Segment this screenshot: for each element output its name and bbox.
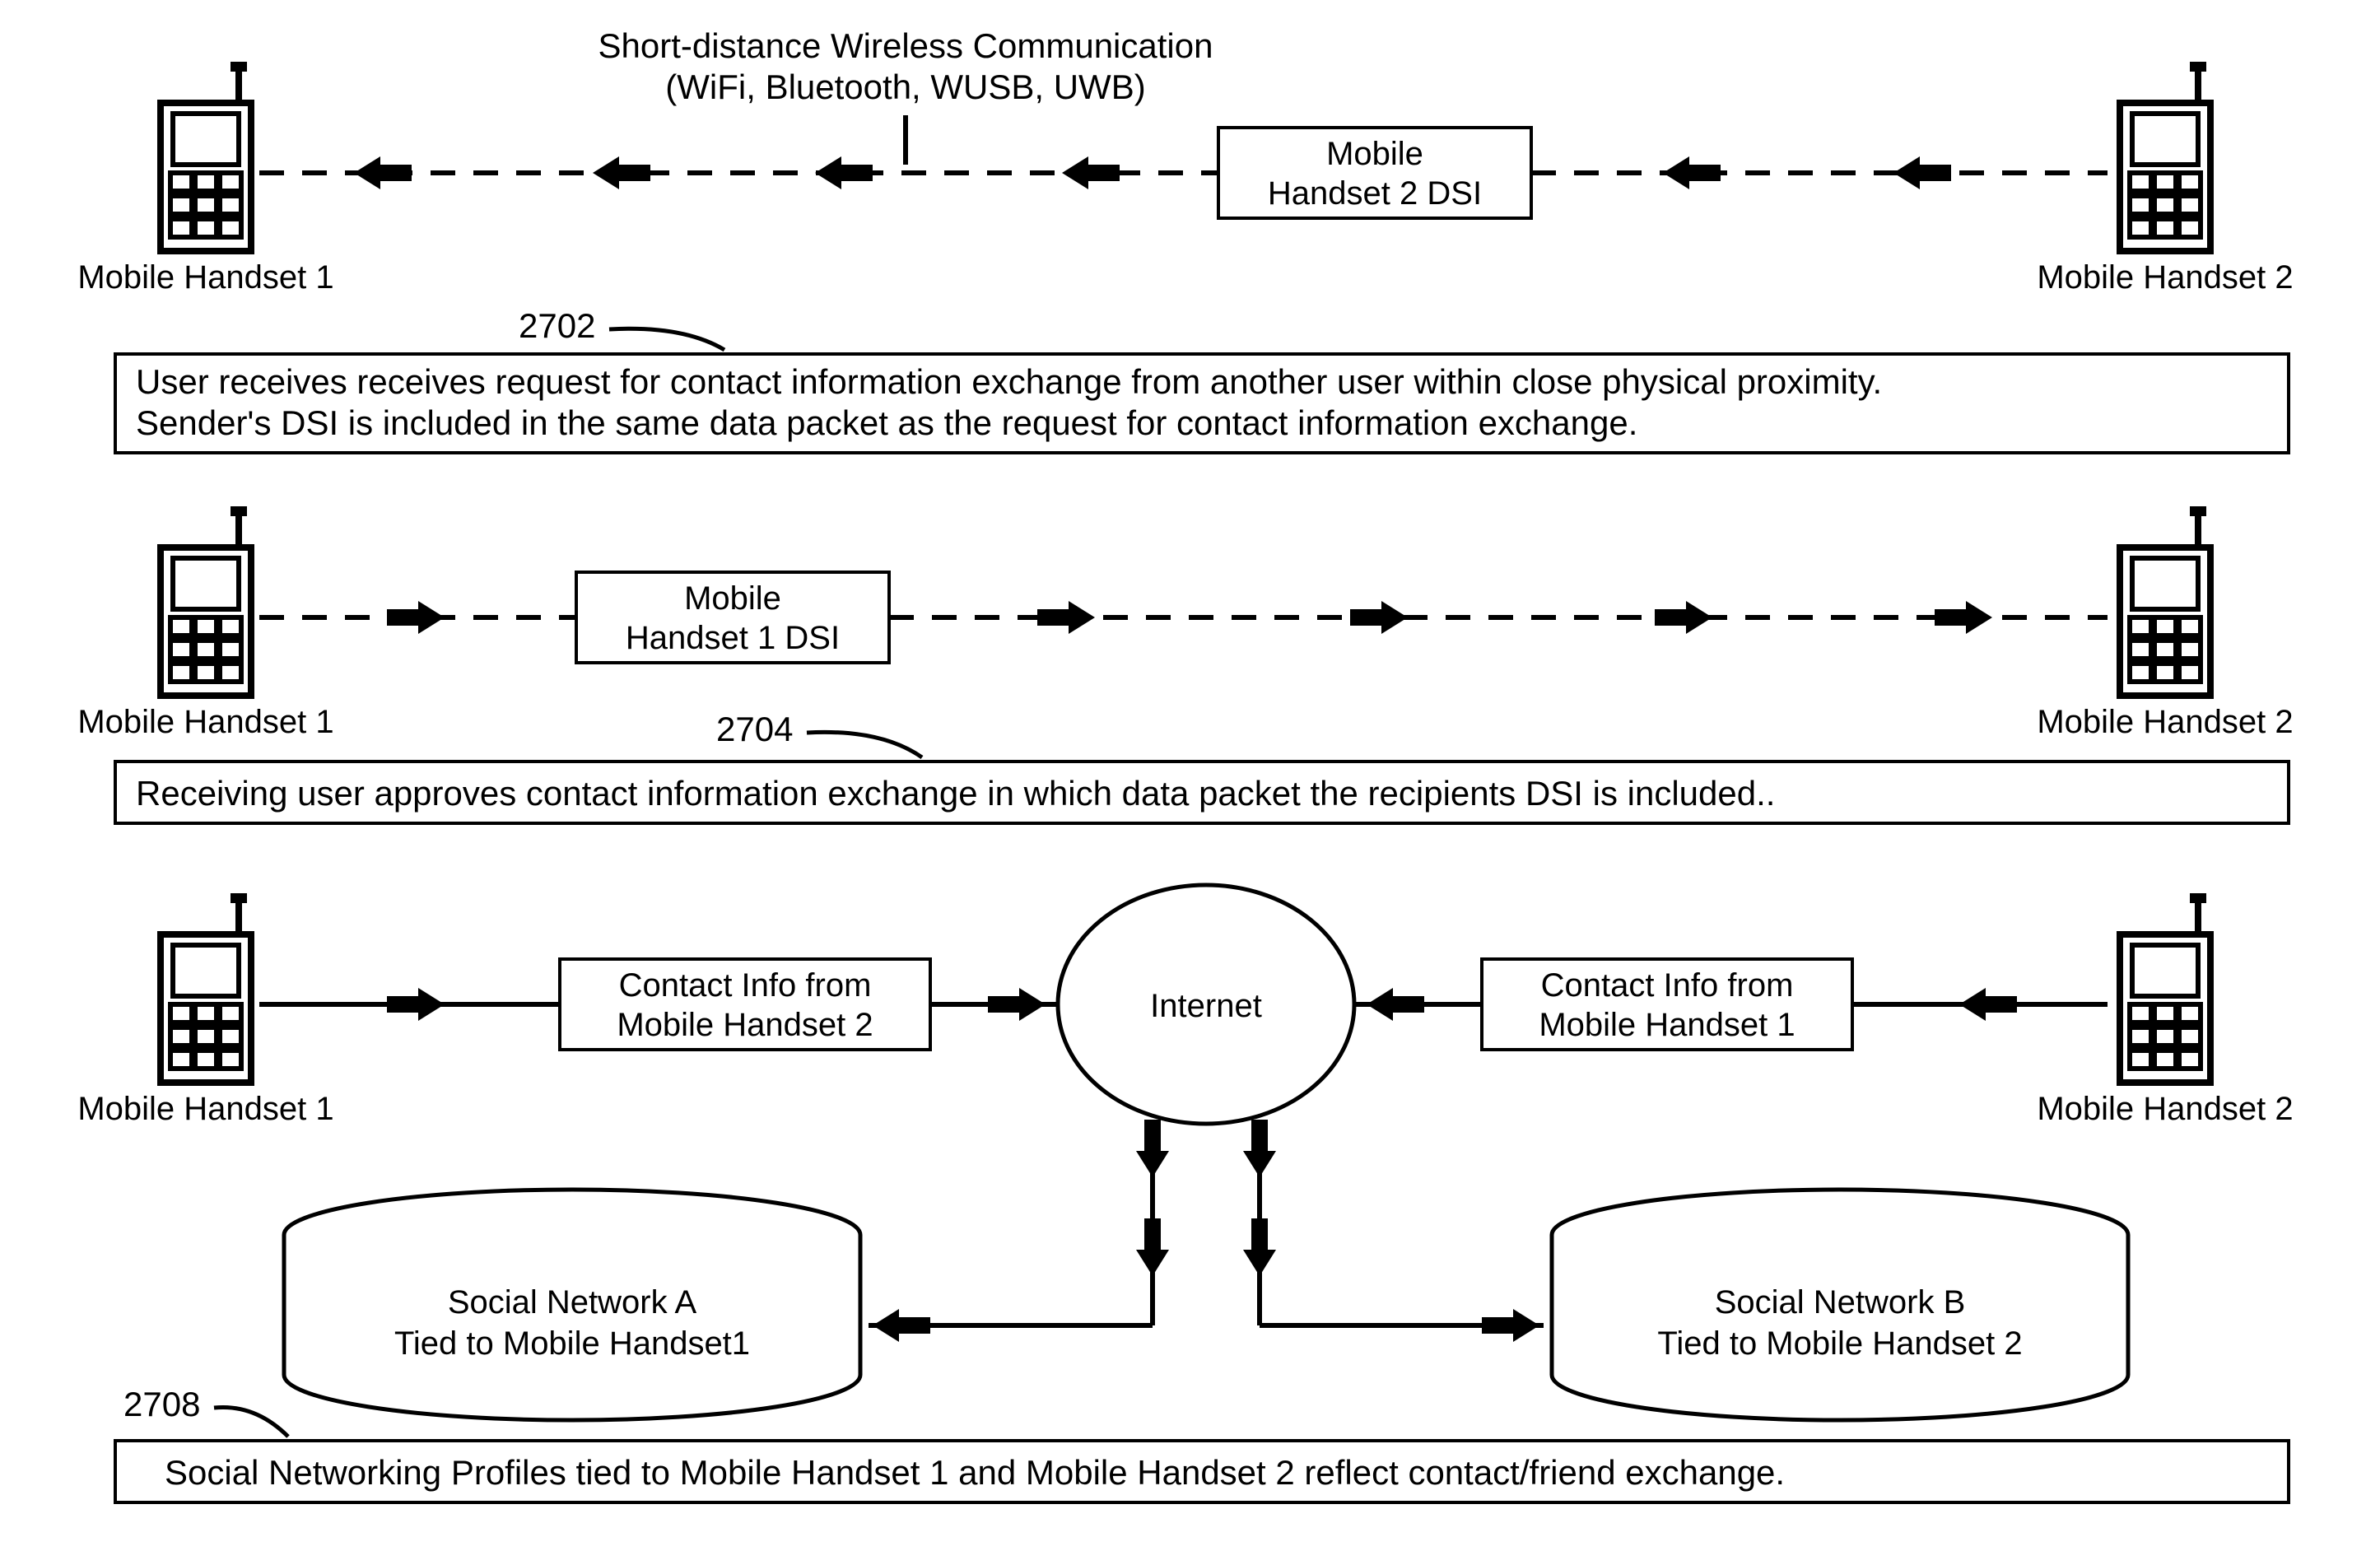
sn-a-line2: Tied to Mobile Handset1 [394,1325,750,1362]
ref-2708: 2708 [123,1385,200,1423]
arrow-left-icon [354,156,412,189]
arrow-down-icon [1243,1120,1276,1177]
handset2-label-r3: Mobile Handset 2 [2037,1091,2293,1127]
arrow-left-icon [1893,156,1951,189]
dsi1-line2: Handset 1 DSI [626,620,840,656]
phone-icon [2120,506,2210,696]
dsi1-line1: Mobile [684,580,781,617]
handset1-label-r3: Mobile Handset 1 [77,1091,333,1127]
step3-text: Social Networking Profiles tied to Mobil… [165,1453,1785,1492]
handset1-label-r1: Mobile Handset 1 [77,259,333,296]
diagram: Short-distance Wireless Communication (W… [0,0,2380,1565]
leader-line [807,732,922,757]
arrow-right-icon [1935,601,1992,634]
arrow-left-icon [1959,988,2017,1021]
arrow-right-icon [387,601,445,634]
ref-2704: 2704 [716,710,793,748]
contact-from2-line2: Mobile Handset 2 [617,1007,873,1043]
arrow-right-icon [387,988,445,1021]
contact-from1-line1: Contact Info from [1541,967,1794,1004]
contact-from1-line2: Mobile Handset 1 [1539,1007,1795,1043]
phone-icon [161,62,251,251]
phone-icon [161,893,251,1083]
handset2-label-r1: Mobile Handset 2 [2037,259,2293,296]
arrow-left-icon [815,156,873,189]
step1-line2: Sender's DSI is included in the same dat… [136,403,1637,442]
phone-icon [2120,893,2210,1083]
step2-text: Receiving user approves contact informat… [136,774,1775,813]
phone-icon [2120,62,2210,251]
dsi2-line2: Handset 2 DSI [1268,175,1482,212]
arrow-down-icon [1136,1120,1169,1177]
arrow-right-icon [1482,1309,1539,1342]
arrow-right-icon [988,988,1046,1021]
arrow-left-icon [593,156,650,189]
handset2-label-r2: Mobile Handset 2 [2037,704,2293,740]
sn-a-line1: Social Network A [448,1284,697,1320]
dsi2-line1: Mobile [1326,136,1423,172]
contact-from2-line1: Contact Info from [619,967,872,1004]
title-line1: Short-distance Wireless Communication [598,26,1213,65]
arrow-left-icon [1062,156,1120,189]
ref-2702: 2702 [519,306,595,345]
title-line2: (WiFi, Bluetooth, WUSB, UWB) [665,68,1145,106]
internet-label: Internet [1150,988,1262,1024]
sn-b-line2: Tied to Mobile Handset 2 [1657,1325,2022,1362]
arrow-right-icon [1350,601,1408,634]
arrow-right-icon [1037,601,1095,634]
arrow-down-icon [1243,1218,1276,1276]
sn-b-line1: Social Network B [1715,1284,1966,1320]
handset1-label-r2: Mobile Handset 1 [77,704,333,740]
phone-icon [161,506,251,696]
step1-line1: User receives receives request for conta… [136,362,1882,401]
arrow-right-icon [1655,601,1712,634]
arrow-left-icon [873,1309,930,1342]
leader-line [214,1407,288,1437]
arrow-left-icon [1663,156,1721,189]
arrow-left-icon [1367,988,1424,1021]
arrow-down-icon [1136,1218,1169,1276]
leader-line [609,328,724,350]
